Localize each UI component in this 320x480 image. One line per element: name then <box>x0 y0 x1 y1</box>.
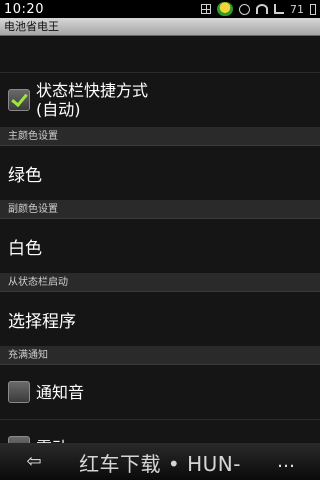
empty-row <box>0 37 320 73</box>
status-bar: 10:20 71 <box>0 0 320 18</box>
battery-icon <box>310 3 316 15</box>
primary-color-item[interactable]: 绿色 <box>0 146 320 201</box>
statusbar-shortcut-checkbox[interactable] <box>8 89 30 111</box>
app-badge-icon <box>217 2 233 16</box>
select-program-value: 选择程序 <box>8 311 76 332</box>
apps-icon <box>201 4 211 14</box>
status-time: 10:20 <box>4 1 44 17</box>
statusbar-shortcut-label: 状态栏快捷方式 (自动) <box>36 81 148 119</box>
primary-color-value: 绿色 <box>8 165 42 186</box>
charge-notify-header: 充满通知 <box>0 347 320 365</box>
app-title: 电池省电王 <box>4 20 59 33</box>
secondary-color-header: 副颜色设置 <box>0 201 320 219</box>
statusbar-shortcut-label-line2: (自动) <box>36 100 81 119</box>
menu-icon[interactable]: … <box>272 451 300 472</box>
select-program-item[interactable]: 选择程序 <box>0 292 320 347</box>
notify-sound-checkbox[interactable] <box>8 381 30 403</box>
wifi-icon <box>256 4 268 14</box>
statusbar-shortcut-item[interactable]: 状态栏快捷方式 (自动) <box>0 73 320 128</box>
statusbar-shortcut-label-line1: 状态栏快捷方式 <box>36 81 149 100</box>
signal-icon <box>274 4 284 14</box>
vibrate-checkbox[interactable] <box>8 436 30 443</box>
settings-list[interactable]: 状态栏快捷方式 (自动) 主颜色设置 绿色 副颜色设置 白色 从状态栏启动 选择… <box>0 37 320 443</box>
primary-color-header: 主颜色设置 <box>0 128 320 146</box>
app-title-bar: 电池省电王 <box>0 18 320 36</box>
bottom-bar: ⇦ … <box>0 443 320 480</box>
notify-sound-label: 通知音 <box>36 382 85 402</box>
vibrate-item[interactable]: 震动 <box>0 420 320 443</box>
alarm-icon <box>239 3 250 15</box>
battery-text: 71 <box>290 2 304 16</box>
secondary-color-item[interactable]: 白色 <box>0 219 320 274</box>
secondary-color-value: 白色 <box>8 238 42 259</box>
launch-header: 从状态栏启动 <box>0 274 320 292</box>
back-arrow-icon[interactable]: ⇦ <box>20 451 48 472</box>
status-icons: 71 <box>201 2 316 16</box>
notify-sound-item[interactable]: 通知音 <box>0 365 320 420</box>
screen: 10:20 71 电池省电王 状态栏快捷方式 (自动) 主颜色设置 绿色 副颜色… <box>0 0 320 480</box>
